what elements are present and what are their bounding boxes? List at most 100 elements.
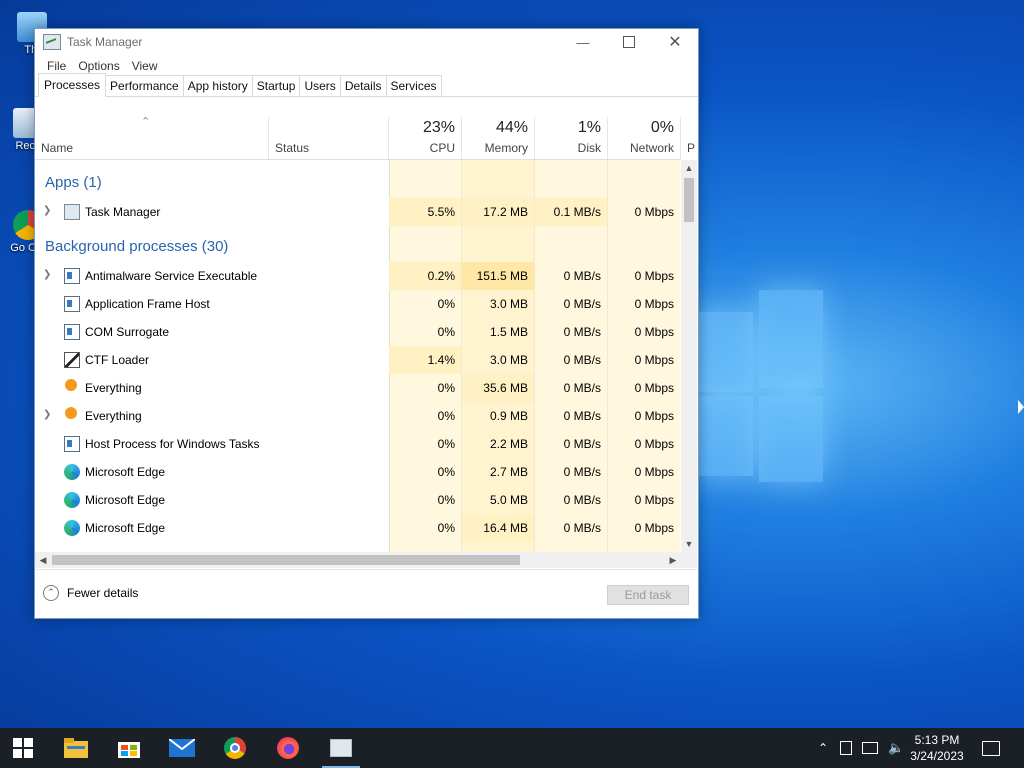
process-cpu-value: 0% <box>437 325 455 339</box>
minimize-button[interactable]: — <box>560 29 606 55</box>
column-header-disk[interactable]: 1% Disk <box>535 117 608 159</box>
maximize-icon <box>623 36 635 48</box>
close-icon: ✕ <box>668 34 682 51</box>
process-cpu-value: 0.2% <box>389 262 461 290</box>
taskbar-store[interactable] <box>106 728 152 768</box>
device-icon[interactable] <box>840 741 852 755</box>
mail-icon <box>169 739 195 757</box>
process-cpu-value: 0% <box>437 297 455 311</box>
edge-icon <box>64 464 80 480</box>
process-row[interactable]: Everything 0% 35.6 MB 0 MB/s 0 Mbps <box>35 374 681 402</box>
process-disk-value: 0 MB/s <box>563 297 601 311</box>
window-icon <box>64 268 80 284</box>
process-network-value: 0 Mbps <box>634 205 674 219</box>
column-header-name[interactable]: ⌃ Name <box>35 116 269 159</box>
process-row[interactable]: Microsoft Edge 0% 2.7 MB 0 MB/s 0 Mbps <box>35 458 681 486</box>
show-hidden-icons-chevron-icon[interactable]: ⌃ <box>814 741 832 755</box>
process-memory-value: 151.5 MB <box>462 262 534 290</box>
notification-icon <box>982 740 1000 756</box>
process-cpu-value: 0% <box>437 381 455 395</box>
process-name: Everything <box>85 381 142 395</box>
volume-muted-icon[interactable]: 🔈 <box>888 740 904 756</box>
column-header-status[interactable]: Status <box>269 117 389 159</box>
menu-file[interactable]: File <box>41 59 72 73</box>
process-network-value: 0 Mbps <box>634 381 674 395</box>
window-icon <box>64 436 80 452</box>
tab-services[interactable]: Services <box>385 75 442 96</box>
tab-performance[interactable]: Performance <box>105 75 184 96</box>
column-header-memory[interactable]: 44% Memory <box>462 117 535 159</box>
vertical-scrollbar[interactable]: ▲ ▼ <box>681 160 697 552</box>
process-memory-value: 0.9 MB <box>489 409 528 423</box>
process-row[interactable]: ❯ Task Manager 5.5% 17.2 MB 0.1 MB/s 0 Mbps <box>35 198 681 226</box>
tab-startup[interactable]: Startup <box>251 75 301 96</box>
group-background: Background processes (30) <box>35 230 681 262</box>
column-header-network[interactable]: 0% Network <box>608 117 681 159</box>
end-task-button[interactable]: End task <box>607 585 689 605</box>
taskbar: ⌃ 🔈 5:13 PM 3/24/2023 <box>0 728 1024 768</box>
scroll-up-icon[interactable]: ▲ <box>681 160 697 176</box>
tab-app-history[interactable]: App history <box>182 75 253 96</box>
scroll-right-icon[interactable]: ▶ <box>665 552 681 568</box>
start-button[interactable] <box>0 728 46 768</box>
title-bar[interactable]: Task Manager — ✕ <box>35 29 698 55</box>
process-name: COM Surrogate <box>85 325 170 339</box>
tab-users[interactable]: Users <box>299 75 341 96</box>
process-row[interactable]: COM Surrogate 0% 1.5 MB 0 MB/s 0 Mbps <box>35 318 681 346</box>
process-list: Apps (1) ❯ Task Manager 5.5% 17.2 MB 0.1 MB/s… <box>35 160 681 552</box>
scrollbar-corner <box>681 552 697 568</box>
process-name: Microsoft Edge <box>85 465 166 479</box>
taskbar-task-manager[interactable] <box>318 728 364 768</box>
store-icon <box>118 742 140 758</box>
process-memory-value: 16.4 MB <box>462 514 534 542</box>
process-disk-value: 0 MB/s <box>563 465 601 479</box>
chevron-right-icon[interactable]: ❯ <box>43 269 51 280</box>
task-manager-icon <box>43 34 61 50</box>
footer: ⌃ Fewer details End task <box>35 569 697 618</box>
process-network-value: 0 Mbps <box>634 437 674 451</box>
taskbar-clock[interactable]: 5:13 PM 3/24/2023 <box>905 732 969 764</box>
taskbar-file-explorer[interactable] <box>53 728 99 768</box>
process-disk-value: 0 MB/s <box>563 493 601 507</box>
vertical-scroll-thumb[interactable] <box>684 178 694 222</box>
taskbar-firefox[interactable] <box>265 728 311 768</box>
network-icon[interactable] <box>862 742 878 754</box>
maximize-button[interactable] <box>606 29 652 55</box>
fewer-details-button[interactable]: ⌃ Fewer details <box>43 585 138 601</box>
horizontal-scroll-thumb[interactable] <box>52 555 520 565</box>
edge-icon <box>64 492 80 508</box>
process-row[interactable]: ❯ Everything 0% 0.9 MB 0 MB/s 0 Mbps <box>35 402 681 430</box>
folder-icon <box>64 738 88 758</box>
process-row[interactable]: CTF Loader 1.4% 3.0 MB 0 MB/s 0 Mbps <box>35 346 681 374</box>
process-disk-value: 0 MB/s <box>563 437 601 451</box>
task-manager-icon <box>330 739 352 757</box>
process-disk-value: 0 MB/s <box>563 381 601 395</box>
action-center-button[interactable] <box>968 728 1014 768</box>
horizontal-scrollbar[interactable]: ◀ ▶ <box>35 552 681 568</box>
column-header-power-partial[interactable]: P <box>681 117 697 159</box>
chevron-right-icon[interactable]: ❯ <box>43 409 51 420</box>
scroll-down-icon[interactable]: ▼ <box>681 536 697 552</box>
process-row[interactable]: Application Frame Host 0% 3.0 MB 0 MB/s 0 Mb… <box>35 290 681 318</box>
scroll-left-icon[interactable]: ◀ <box>35 552 51 568</box>
close-button[interactable]: ✕ <box>652 29 698 55</box>
process-row[interactable]: ❯ Antimalware Service Executable 0.2% 151.5… <box>35 262 681 290</box>
tab-processes[interactable]: Processes <box>38 73 107 97</box>
windows-start-icon <box>13 738 33 758</box>
chevron-right-icon[interactable]: ❯ <box>43 205 51 216</box>
tab-details[interactable]: Details <box>339 75 387 96</box>
clock-date: 3/24/2023 <box>910 749 964 763</box>
process-row[interactable]: Host Process for Windows Tasks 0% 2.2 MB 0 … <box>35 430 681 458</box>
column-header-cpu[interactable]: 23% CPU <box>389 117 462 159</box>
taskbar-mail[interactable] <box>159 728 205 768</box>
menu-view[interactable]: View <box>126 59 164 73</box>
process-name: CTF Loader <box>85 353 150 367</box>
windows-wallpaper-logo <box>695 290 823 482</box>
process-name: Antimalware Service Executable <box>85 269 258 283</box>
menu-options[interactable]: Options <box>72 59 125 73</box>
system-tray: ⌃ 🔈 <box>814 728 904 768</box>
process-cpu-value: 5.5% <box>389 198 461 226</box>
taskbar-chrome[interactable] <box>212 728 258 768</box>
process-row[interactable]: Microsoft Edge 0% 5.0 MB 0 MB/s 0 Mbps <box>35 486 681 514</box>
process-row[interactable]: Microsoft Edge 0% 16.4 MB 0 MB/s 0 Mbps <box>35 514 681 542</box>
